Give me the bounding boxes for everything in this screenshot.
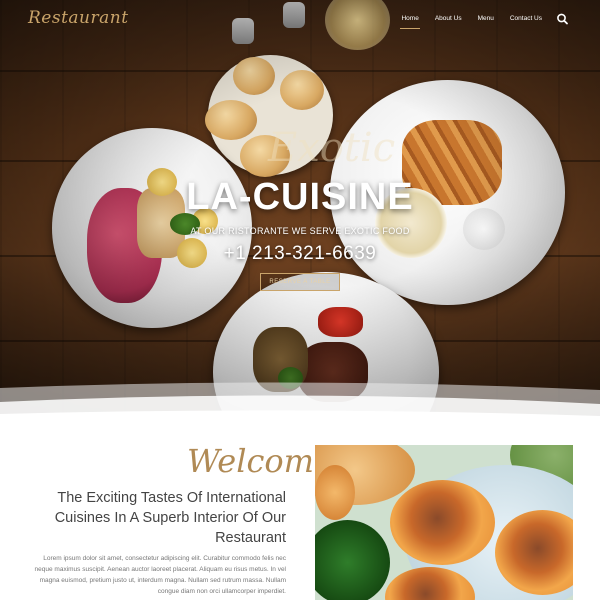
main-nav: Home About Us Menu Contact Us: [393, 13, 570, 29]
hero-subtitle: AT OUR RISTORANTE WE SERVE EXOTIC FOOD: [190, 226, 410, 236]
welcome-heading: The Exciting Tastes Of International Cui…: [40, 488, 286, 548]
welcome-script-heading: Welcome: [187, 442, 333, 480]
nav-home[interactable]: Home: [393, 15, 426, 29]
hero-phone[interactable]: +1 213-321-6639: [0, 243, 600, 265]
welcome-heading-line: The Exciting Tastes Of International: [57, 490, 286, 506]
nav-about-us[interactable]: About Us: [427, 15, 470, 29]
welcome-body-text: Lorem ipsum dolor sit amet, consectetur …: [30, 553, 286, 597]
welcome-body-line: Lorem ipsum dolor sit amet, consectetur …: [43, 555, 286, 562]
hero-title: LA-CUISINE: [186, 176, 414, 218]
welcome-body-line: neque maximus suscipit. Aenean auctor la…: [34, 566, 286, 573]
welcome-body-line: magna euismod, pretium justo ut, interdu…: [39, 577, 286, 584]
welcome-heading-line: Cuisines In A Superb Interior Of Our: [54, 510, 286, 526]
welcome-food-photo: [315, 445, 573, 600]
hero-wave-divider: [0, 382, 600, 420]
welcome-heading-line: Restaurant: [215, 530, 286, 546]
nav-menu[interactable]: Menu: [470, 15, 502, 29]
welcome-body-line: congue diam non orci ullamcorper imperdi…: [157, 588, 286, 595]
nav-contact-us[interactable]: Contact Us: [502, 15, 550, 29]
search-icon[interactable]: [556, 13, 570, 25]
reserve-table-button[interactable]: RESERVE A TABLE: [260, 273, 340, 291]
hero-script-text: Exotic: [268, 125, 396, 171]
site-logo[interactable]: Restaurant: [28, 8, 129, 28]
